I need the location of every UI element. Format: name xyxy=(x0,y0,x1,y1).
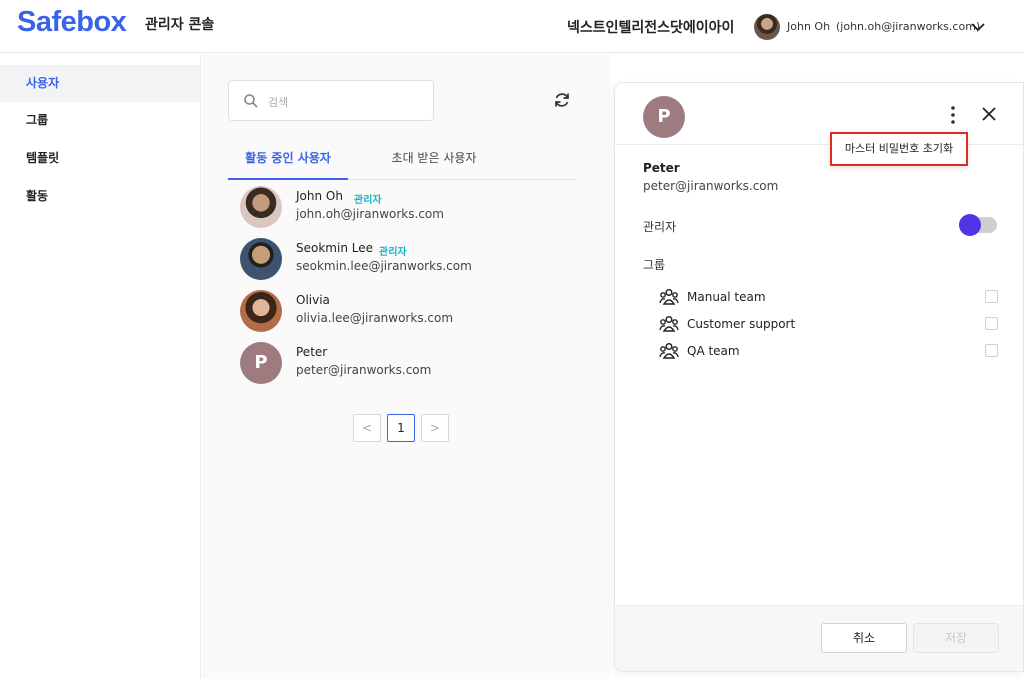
cancel-button[interactable]: 취소 xyxy=(821,623,907,653)
more-options-icon[interactable] xyxy=(945,105,961,125)
organization-name: 넥스트인텔리전스닷에이아이 xyxy=(567,20,735,36)
user-email: peter@jiranworks.com xyxy=(296,363,432,377)
sidebar: 사용자 그룹 템플릿 활동 xyxy=(0,54,201,679)
chevron-down-icon[interactable] xyxy=(970,19,986,35)
admin-toggle[interactable] xyxy=(959,214,999,236)
user-list-pane: 검색 활동 중인 사용자 초대 받은 사용자 John Oh 관리자 john.… xyxy=(202,54,610,679)
more-options-menu: 마스터 비밀번호 초기화 xyxy=(830,132,968,166)
sidebar-item-activity[interactable]: 활동 xyxy=(0,178,200,215)
group-name: Manual team xyxy=(687,290,766,304)
close-icon[interactable] xyxy=(981,106,997,122)
group-row[interactable]: Manual team xyxy=(659,287,1009,307)
user-name: Seokmin Lee xyxy=(296,241,373,255)
user-tabs: 활동 중인 사용자 초대 받은 사용자 xyxy=(228,146,576,180)
group-name: Customer support xyxy=(687,317,796,331)
list-item[interactable]: John Oh 관리자 john.oh@jiranworks.com xyxy=(240,186,560,234)
avatar xyxy=(240,186,282,228)
avatar xyxy=(240,290,282,332)
user-name: John Oh xyxy=(296,189,343,203)
console-title: 관리자 콘솔 xyxy=(145,17,215,33)
group-row[interactable]: Customer support xyxy=(659,314,1009,334)
group-icon xyxy=(659,315,679,332)
user-email: seokmin.lee@jiranworks.com xyxy=(296,259,472,273)
list-item[interactable]: P Peter peter@jiranworks.com xyxy=(240,342,560,390)
sidebar-item-templates[interactable]: 템플릿 xyxy=(0,140,200,177)
group-label: 그룹 xyxy=(643,258,666,272)
save-button[interactable]: 저장 xyxy=(913,623,999,653)
avatar[interactable] xyxy=(754,14,780,40)
detail-user-email: peter@jiranworks.com xyxy=(643,179,779,193)
account-name[interactable]: John Oh xyxy=(787,20,830,33)
logo[interactable]: Safebox xyxy=(17,6,127,39)
admin-badge: 관리자 xyxy=(354,195,382,206)
user-email: olivia.lee@jiranworks.com xyxy=(296,311,454,325)
search-icon xyxy=(244,94,258,108)
group-checkbox[interactable] xyxy=(985,344,998,357)
user-name: Olivia xyxy=(296,293,330,307)
sidebar-item-groups[interactable]: 그룹 xyxy=(0,102,200,139)
pagination-prev-button[interactable]: < xyxy=(353,414,381,442)
admin-badge: 관리자 xyxy=(379,247,407,258)
admin-label: 관리자 xyxy=(643,220,677,234)
avatar xyxy=(240,238,282,280)
tab-active-users[interactable]: 활동 중인 사용자 xyxy=(228,146,348,180)
group-icon xyxy=(659,288,679,305)
avatar: P xyxy=(643,96,685,138)
list-item[interactable]: Olivia olivia.lee@jiranworks.com xyxy=(240,290,560,338)
toggle-knob xyxy=(959,214,981,236)
group-name: QA team xyxy=(687,344,740,358)
user-name: Peter xyxy=(296,345,328,359)
pagination-page-1[interactable]: 1 xyxy=(387,414,415,442)
group-row[interactable]: QA team xyxy=(659,341,1009,361)
user-detail-panel: P Peter peter@jiranworks.com 관리자 그룹 Manu… xyxy=(614,82,1024,672)
search-input[interactable]: 검색 xyxy=(228,80,434,121)
group-icon xyxy=(659,342,679,359)
pagination-next-button[interactable]: > xyxy=(421,414,449,442)
avatar: P xyxy=(240,342,282,384)
refresh-icon[interactable] xyxy=(553,91,571,109)
group-checkbox[interactable] xyxy=(985,290,998,303)
panel-footer: 취소 저장 xyxy=(615,605,1023,671)
top-header: Safebox 관리자 콘솔 넥스트인텔리전스닷에이아이 John Oh (jo… xyxy=(0,0,1024,53)
list-item[interactable]: Seokmin Lee 관리자 seokmin.lee@jiranworks.c… xyxy=(240,238,560,286)
search-placeholder: 검색 xyxy=(268,96,289,109)
sidebar-item-users[interactable]: 사용자 xyxy=(0,65,200,102)
detail-user-name: Peter xyxy=(643,161,680,175)
menu-item-reset-master-password[interactable]: 마스터 비밀번호 초기화 xyxy=(832,134,966,164)
account-email[interactable]: (john.oh@jiranworks.com) xyxy=(836,20,980,33)
user-email: john.oh@jiranworks.com xyxy=(296,207,444,221)
group-checkbox[interactable] xyxy=(985,317,998,330)
tab-invited-users[interactable]: 초대 받은 사용자 xyxy=(374,146,494,180)
